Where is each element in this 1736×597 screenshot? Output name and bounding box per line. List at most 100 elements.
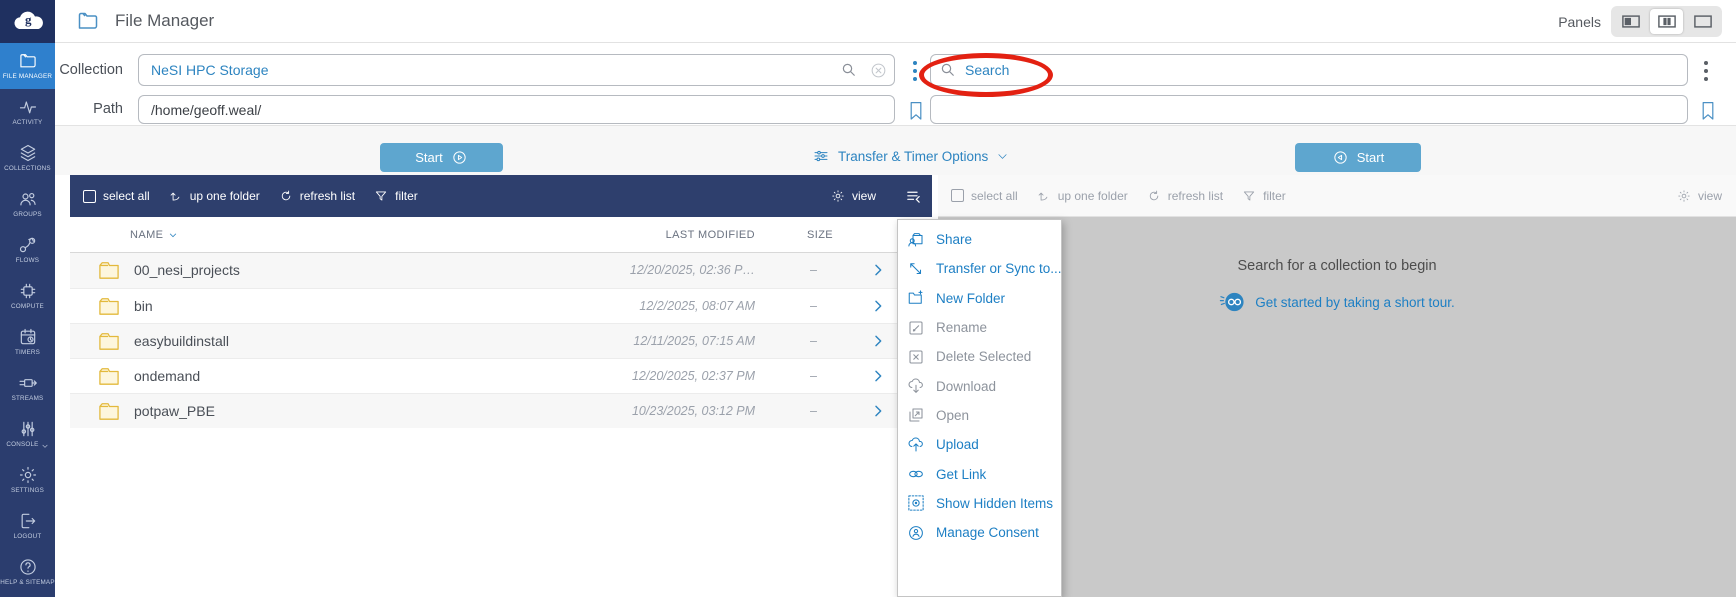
- sidebar-item-console[interactable]: CONSOLE: [0, 411, 55, 457]
- sidebar-item-flows[interactable]: FLOWS: [0, 227, 55, 273]
- right-path-input[interactable]: [930, 95, 1688, 124]
- column-header-size[interactable]: SIZE: [807, 229, 833, 241]
- collection-search-input[interactable]: [930, 54, 1688, 86]
- refresh-icon: [1149, 190, 1158, 200]
- sidebar-item-label: SETTINGS: [10, 487, 45, 495]
- start-button-label: Start: [415, 150, 443, 165]
- chevron-right-icon[interactable]: [870, 368, 886, 384]
- menu-item-manage-consent[interactable]: Manage Consent: [898, 518, 1061, 547]
- clear-icon[interactable]: [869, 61, 888, 80]
- chevron-right-icon[interactable]: [870, 262, 886, 278]
- bookmark-icon[interactable]: [908, 99, 924, 123]
- search-options-kebab-icon[interactable]: [1699, 59, 1713, 85]
- folder-icon: [19, 54, 36, 68]
- sidebar-item-label: FILE MANAGER: [2, 73, 53, 81]
- sidebar-item-label: STREAMS: [11, 395, 44, 403]
- file-name: bin: [134, 298, 153, 314]
- bookmark-icon[interactable]: [1700, 99, 1716, 123]
- left-file-toolbar: select all up one folder refresh list fi…: [70, 175, 932, 217]
- chevron-down-icon: [42, 444, 48, 448]
- menu-item-get-link[interactable]: Get Link: [898, 459, 1061, 488]
- activity-icon: [19, 101, 36, 114]
- tour-link[interactable]: Get started by taking a short tour.: [1255, 295, 1455, 310]
- menu-item-delete-selected[interactable]: Delete Selected: [898, 342, 1061, 371]
- filter-button[interactable]: filter: [374, 189, 418, 203]
- sort-chevron-down-icon: [170, 233, 177, 238]
- sidebar-item-timers[interactable]: TIMERS: [0, 319, 55, 365]
- column-header-name[interactable]: NAME: [130, 229, 178, 241]
- table-row[interactable]: easybuildinstall 12/11/2025, 07:15 AM –: [70, 323, 932, 358]
- single-panel-button[interactable]: [1614, 9, 1647, 34]
- dual-panel-button[interactable]: [1650, 9, 1683, 34]
- globus-logo[interactable]: g: [0, 0, 55, 43]
- sidebar-item-label: CONSOLE: [6, 441, 39, 449]
- dual-panel-icon: [1657, 15, 1676, 28]
- refresh-icon: [281, 190, 290, 201]
- collection-input[interactable]: [138, 54, 895, 86]
- chevron-right-icon[interactable]: [870, 298, 886, 314]
- transfer-timer-options-button[interactable]: Transfer & Timer Options: [813, 148, 1008, 164]
- sidebar-item-help-sitemap[interactable]: HELP & SITEMAP: [0, 549, 55, 595]
- gear-icon: [1678, 189, 1690, 202]
- table-row[interactable]: ondemand 12/20/2025, 02:37 PM –: [70, 358, 932, 393]
- sidebar-item-label: LOGOUT: [13, 533, 42, 541]
- menu-item-transfer-or-sync[interactable]: Transfer or Sync to...: [898, 254, 1062, 283]
- table-row[interactable]: 00_nesi_projects 12/20/2025, 02:36 P… –: [70, 253, 932, 288]
- folder-icon: [99, 368, 119, 385]
- gear-icon: [19, 466, 36, 484]
- sidebar-item-groups[interactable]: GROUPS: [0, 181, 55, 227]
- share-icon: [908, 232, 923, 247]
- sidebar-item-compute[interactable]: COMPUTE: [0, 273, 55, 319]
- sidebar-item-logout[interactable]: LOGOUT: [0, 503, 55, 549]
- collection-options-kebab-icon[interactable]: [908, 59, 922, 85]
- search-icon[interactable]: [840, 61, 858, 79]
- table-row[interactable]: bin 12/2/2025, 08:07 AM –: [70, 288, 932, 323]
- view-button[interactable]: view: [831, 189, 876, 203]
- menu-item-new-folder[interactable]: New Folder: [898, 284, 1061, 313]
- menu-item-show-hidden-items[interactable]: Show Hidden Items: [898, 489, 1061, 518]
- sidebar-item-label: HELP & SITEMAP: [0, 579, 55, 587]
- select-all-button: select all: [951, 189, 1018, 203]
- start-transfer-right-button[interactable]: Start: [380, 143, 503, 172]
- up-arrow-icon: [1038, 192, 1048, 201]
- sidebar-item-file-manager[interactable]: FILE MANAGER: [0, 43, 55, 89]
- chip-icon: [20, 283, 35, 299]
- menu-item-upload[interactable]: Upload: [898, 430, 1061, 459]
- play-right-icon: [453, 151, 466, 164]
- up-one-folder-button[interactable]: up one folder: [169, 189, 260, 203]
- column-header-last-modified[interactable]: LAST MODIFIED: [550, 229, 755, 241]
- path-input[interactable]: [138, 95, 895, 124]
- file-name: 00_nesi_projects: [134, 262, 240, 278]
- sidebar-item-streams[interactable]: STREAMS: [0, 365, 55, 411]
- file-size: –: [810, 263, 817, 277]
- sidebar-item-label: GROUPS: [13, 211, 42, 219]
- sidebar-item-label: ACTIVITY: [12, 119, 43, 127]
- layers-icon: [20, 144, 35, 162]
- menu-item-rename[interactable]: Rename: [898, 313, 1061, 342]
- search-icon: [941, 63, 954, 76]
- file-last-modified: 12/20/2025, 02:36 P…: [629, 263, 755, 277]
- collapse-menu-button[interactable]: [905, 188, 922, 205]
- file-last-modified: 12/11/2025, 07:15 AM: [633, 334, 755, 348]
- new-folder-icon: [908, 290, 923, 305]
- up-arrow-icon: [170, 192, 180, 201]
- folder-icon: [99, 262, 119, 279]
- left-file-panel: select all up one folder refresh list fi…: [70, 175, 932, 597]
- start-transfer-left-button[interactable]: Start: [1295, 143, 1421, 172]
- menu-item-open[interactable]: Open: [898, 401, 1061, 430]
- table-row[interactable]: potpaw_PBE 10/23/2025, 03:12 PM –: [70, 393, 932, 428]
- chevron-right-icon[interactable]: [870, 333, 886, 349]
- people-icon: [19, 193, 36, 206]
- menu-item-share[interactable]: Share: [898, 225, 1061, 254]
- sidebar-item-settings[interactable]: SETTINGS: [0, 457, 55, 503]
- refresh-list-button: refresh list: [1147, 189, 1223, 203]
- refresh-list-button[interactable]: refresh list: [279, 189, 355, 203]
- wide-panel-button[interactable]: [1686, 9, 1719, 34]
- select-all-button[interactable]: select all: [83, 189, 150, 203]
- chevron-down-icon: [998, 153, 1007, 159]
- sidebar-item-collections[interactable]: COLLECTIONS: [0, 135, 55, 181]
- panels-switcher: Panels: [1558, 6, 1722, 37]
- chevron-right-icon[interactable]: [870, 403, 886, 419]
- sidebar-item-activity[interactable]: ACTIVITY: [0, 89, 55, 135]
- menu-item-download[interactable]: Download: [898, 371, 1061, 400]
